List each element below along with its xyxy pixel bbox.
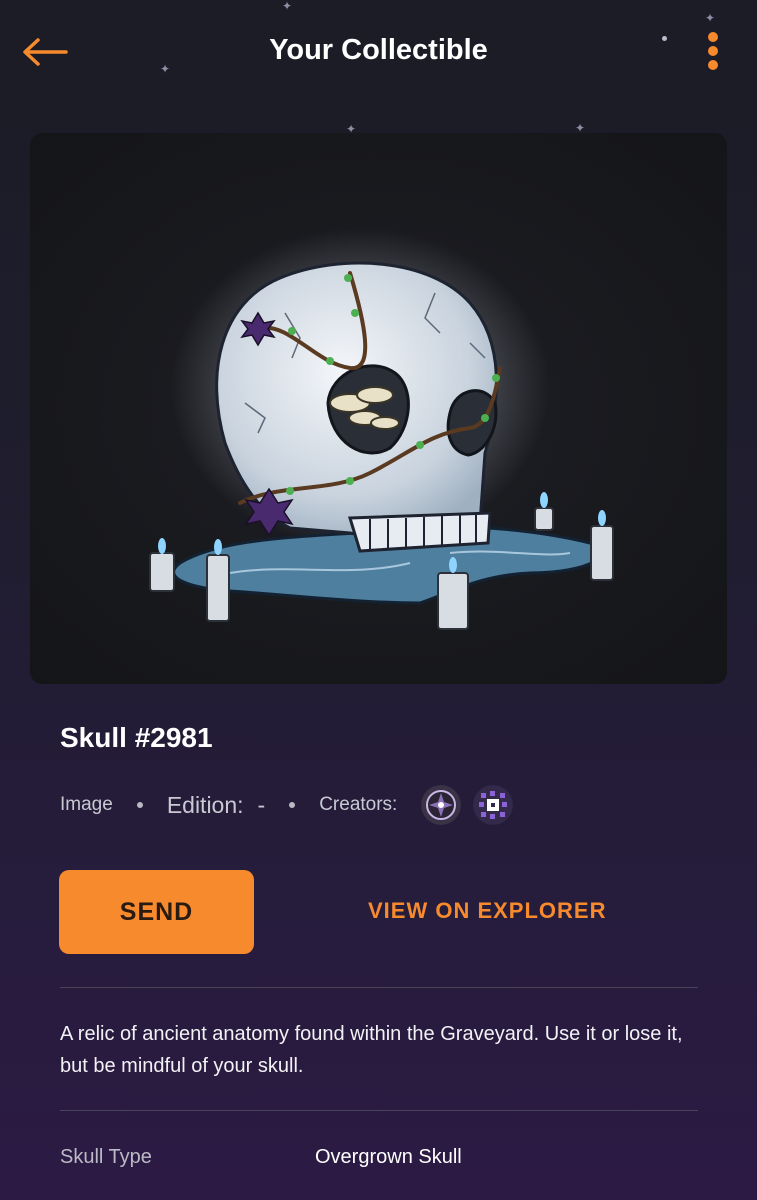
collectible-name: Skull #2981 <box>60 722 213 753</box>
separator-dot <box>136 802 143 808</box>
creators-label: Creators: <box>319 794 398 815</box>
kebab-menu-icon <box>708 32 718 42</box>
edition-label: Edition: <box>166 791 244 818</box>
top-bar: Your Collectible <box>0 0 757 110</box>
more-options-button[interactable] <box>700 30 726 74</box>
attribute-key: Skull Type <box>60 1146 152 1168</box>
media-type-label: Image <box>60 794 113 815</box>
collectible-meta: Image Edition: - Creators: <box>60 780 514 830</box>
edition-value: - <box>257 791 266 818</box>
collectible-image <box>30 133 727 684</box>
divider <box>60 1110 698 1111</box>
attribute-value: Overgrown Skull <box>315 1146 462 1168</box>
divider <box>60 987 698 988</box>
creator-avatar[interactable] <box>473 785 514 825</box>
collectible-description: A relic of ancient anatomy found within … <box>60 1023 683 1077</box>
send-button[interactable]: SEND <box>59 870 254 954</box>
creator-avatar-icon <box>473 785 514 825</box>
creator-avatar[interactable] <box>421 785 462 825</box>
page-title: Your Collectible <box>269 34 488 66</box>
view-on-explorer-link[interactable]: VIEW ON EXPLORER <box>368 898 606 924</box>
separator-dot <box>289 802 296 808</box>
creator-avatar-icon <box>421 785 462 825</box>
